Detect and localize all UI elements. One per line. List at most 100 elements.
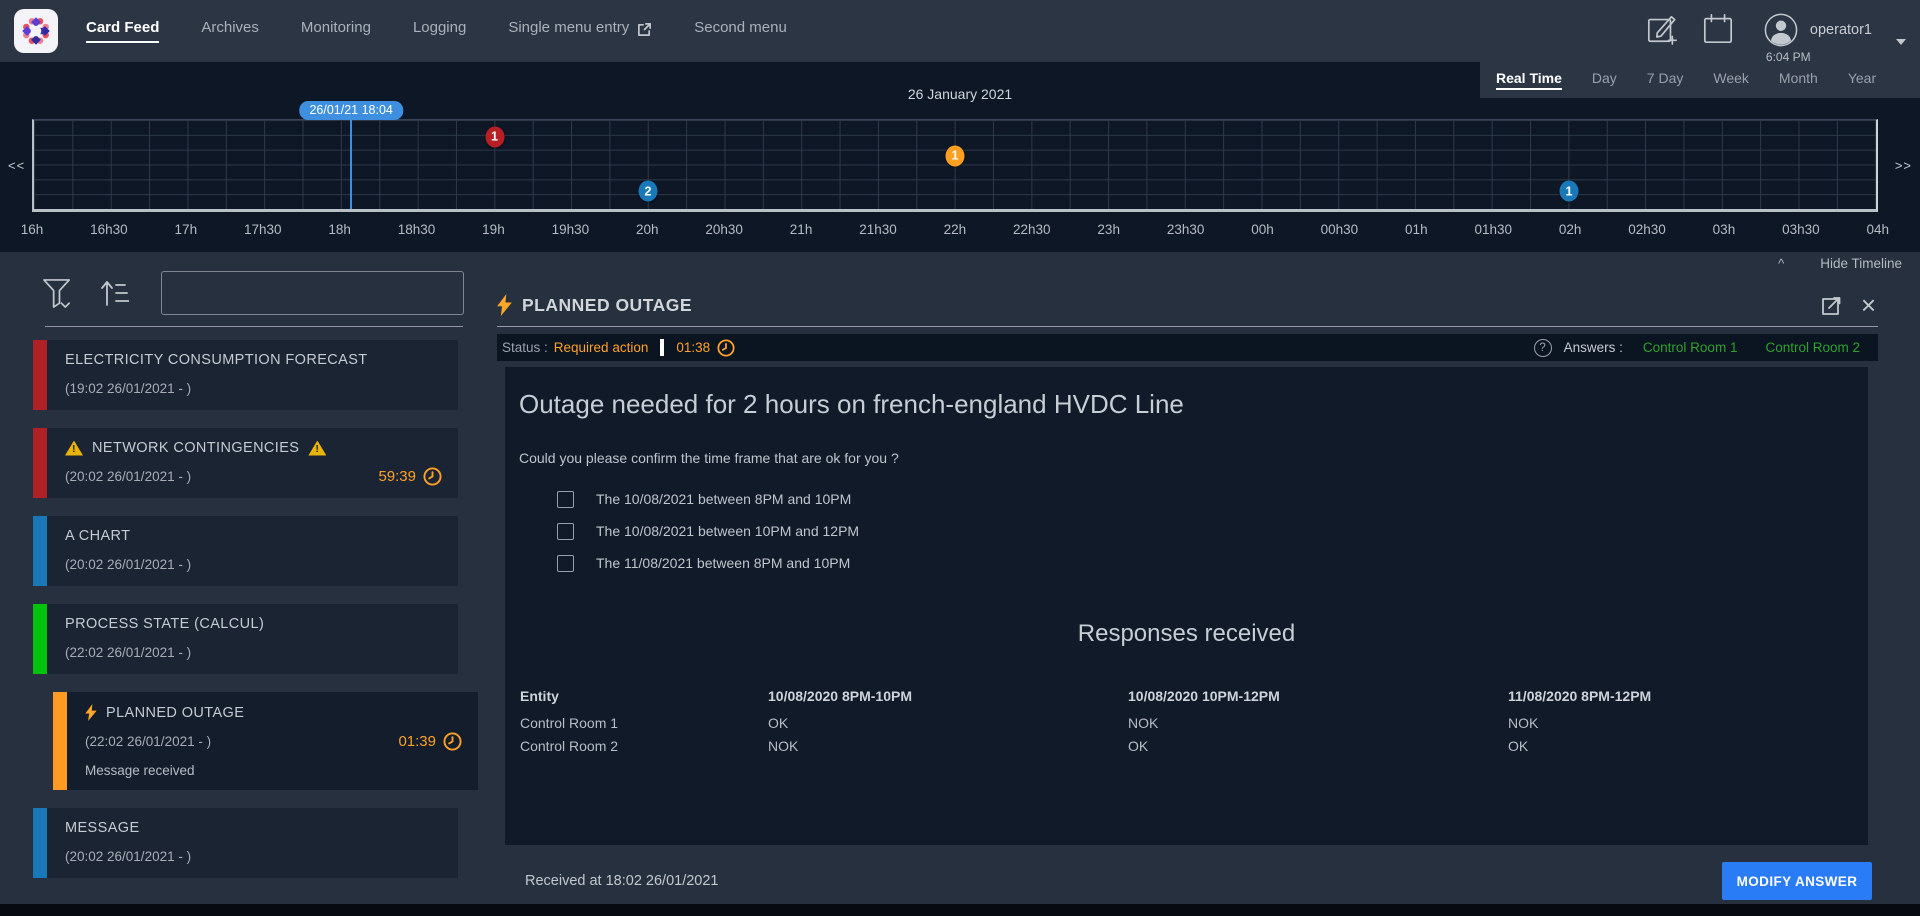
detail-divider (497, 326, 1878, 327)
main-menu: Card Feed Archives Monitoring Logging (86, 19, 787, 43)
timeline-next-button[interactable]: >> (1895, 158, 1912, 173)
nav-menu-item[interactable]: Card Feed (86, 19, 159, 43)
user-menu[interactable]: operator1 6:04 PM (1764, 13, 1872, 64)
chevron-down-icon[interactable] (1896, 39, 1906, 45)
card-content: Outage needed for 2 hours on french-engl… (505, 367, 1868, 845)
detail-title: PLANNED OUTAGE (522, 295, 692, 316)
outage-heading: Outage needed for 2 hours on french-engl… (519, 389, 1854, 420)
range-tab[interactable]: Month (1779, 70, 1818, 90)
card-title-row: ! NETWORK CONTINGENCIES ! (65, 440, 442, 456)
detail-header-actions: × (1821, 294, 1878, 316)
feed-card[interactable]: ! ELECTRICITY CONSUMPTION FORECAST ! (19… (33, 340, 458, 410)
timeline-range-tabs: Real Time Day 7 Day Week Month Year (1480, 62, 1920, 98)
card-subtitle-row: (20:02 26/01/2021 - ) (65, 555, 442, 574)
card-title: ELECTRICITY CONSUMPTION FORECAST (65, 352, 368, 368)
card-subtitle-row: (22:02 26/01/2021 - ) (65, 643, 442, 662)
card-subtitle-row: (20:02 26/01/2021 - ) (65, 847, 442, 866)
timeframe-option[interactable]: The 10/08/2021 between 8PM and 10PM (519, 490, 1854, 508)
modify-answer-button[interactable]: MODIFY ANSWER (1722, 862, 1872, 900)
card-subtitle-row: (22:02 26/01/2021 - ) 01:39 (85, 732, 462, 751)
status-left: Status : Required action 01:38 (502, 339, 735, 357)
event-count-badge[interactable]: 1 (1559, 181, 1578, 202)
answer-entities: Control Room 1 Control Room 2 (1643, 340, 1860, 355)
nav-menu-item[interactable]: Logging (413, 19, 466, 43)
event-count-badge[interactable]: 1 (946, 145, 965, 166)
clock-icon (717, 339, 735, 357)
card-title: A CHART (65, 528, 130, 544)
card-title: NETWORK CONTINGENCIES (92, 440, 299, 456)
event-count-badge[interactable]: 2 (638, 181, 657, 202)
close-icon[interactable]: × (1861, 295, 1876, 315)
card-period: (19:02 26/01/2021 - ) (65, 381, 191, 396)
nav-menu-item[interactable]: Second menu (694, 19, 787, 43)
card-title-row: ! A CHART ! (65, 528, 442, 544)
option-label: The 10/08/2021 between 10PM and 12PM (596, 523, 859, 539)
checkbox[interactable] (557, 491, 574, 508)
range-tab[interactable]: Week (1713, 70, 1749, 90)
card-title-row: ! MESSAGE ! (65, 820, 442, 836)
answers-section: ? Answers : Control Room 1Control Room 2 (1534, 339, 1870, 357)
feed-card[interactable]: ! A CHART ! (20:02 26/01/2021 - ) (33, 516, 458, 586)
lightning-icon (497, 294, 512, 316)
sort-button[interactable] (99, 278, 129, 308)
feed-card[interactable]: ! MESSAGE ! (20:02 26/01/2021 - ) (33, 808, 458, 878)
status-value: Required action (554, 340, 649, 355)
card-detail-panel: PLANNED OUTAGE × Status : Required actio… (497, 266, 1878, 916)
warning-icon: ! (65, 441, 83, 456)
lightning-icon (85, 704, 97, 721)
create-card-button[interactable] (1646, 13, 1678, 45)
current-time-marker[interactable]: 26/01/21 18:04 (299, 101, 402, 120)
option-label: The 10/08/2021 between 8PM and 10PM (596, 491, 851, 507)
table-cell: Control Room 2 (520, 738, 768, 754)
card-title: PROCESS STATE (CALCUL) (65, 616, 264, 632)
timeframe-option[interactable]: The 11/08/2021 between 8PM and 10PM (519, 554, 1854, 572)
timeline-axis: 16h 16h30 17h 17h30 18h 18h30 19h 19h30 … (32, 222, 1878, 237)
table-cell: OK (1508, 738, 1854, 754)
nav-menu-item[interactable]: Archives (201, 19, 259, 43)
range-tab[interactable]: Day (1592, 70, 1617, 90)
table-cell: Control Room 1 (520, 715, 768, 731)
nav-menu-item[interactable]: Single menu entry (508, 19, 652, 43)
timeline-grid[interactable]: 26/01/21 18:04 1 2 1 1 (32, 119, 1878, 212)
checkbox[interactable] (557, 523, 574, 540)
range-tab[interactable]: Real Time (1496, 70, 1562, 90)
expand-icon[interactable] (1821, 294, 1843, 316)
sort-icon (99, 278, 129, 308)
range-tab[interactable]: 7 Day (1647, 70, 1684, 90)
table-cell: NOK (768, 738, 1128, 754)
status-label: Status : (502, 340, 548, 355)
answer-entity-link[interactable]: Control Room 2 (1765, 340, 1860, 355)
timeline-date-title: 26 January 2021 (908, 86, 1012, 102)
warning-icon: ! (308, 441, 326, 456)
countdown-value: 59:39 (378, 468, 416, 485)
range-tab[interactable]: Year (1848, 70, 1876, 90)
status-bar: Status : Required action 01:38 ? Answers… (497, 334, 1878, 361)
detail-title-row: PLANNED OUTAGE (497, 294, 692, 316)
bottom-strip (0, 904, 1920, 916)
feed-toolbar (20, 268, 480, 318)
card-period: (22:02 26/01/2021 - ) (85, 734, 211, 749)
help-icon[interactable]: ? (1534, 339, 1552, 357)
feed-card[interactable]: ! PLANNED OUTAGE ! (22:02 26/01/2021 - )… (53, 692, 478, 790)
card-title-row: ! PLANNED OUTAGE ! (85, 704, 462, 721)
app-logo[interactable] (14, 9, 58, 53)
timeline-prev-button[interactable]: << (8, 158, 25, 173)
feed-card[interactable]: ! PROCESS STATE (CALCUL) ! (22:02 26/01/… (33, 604, 458, 674)
edit-plus-icon (1646, 13, 1678, 45)
search-input[interactable] (161, 271, 464, 315)
answer-entity-link[interactable]: Control Room 1 (1643, 340, 1738, 355)
card-title-row: ! ELECTRICITY CONSUMPTION FORECAST ! (65, 352, 442, 368)
filter-button[interactable] (42, 278, 75, 309)
confirmation-question: Could you please confirm the time frame … (519, 450, 1854, 466)
timeframe-option[interactable]: The 10/08/2021 between 10PM and 12PM (519, 522, 1854, 540)
nav-menu-item[interactable]: Monitoring (301, 19, 371, 43)
card-period: (20:02 26/01/2021 - ) (65, 557, 191, 572)
external-link-icon (637, 22, 652, 37)
event-count-badge[interactable]: 1 (485, 126, 504, 147)
top-navbar: Card Feed Archives Monitoring Logging (0, 0, 1920, 62)
responses-table: Entity 10/08/2020 8PM-10PM 10/08/2020 10… (519, 688, 1854, 754)
card-note: Message received (85, 763, 462, 778)
calendar-button[interactable] (1702, 13, 1734, 45)
feed-card[interactable]: ! NETWORK CONTINGENCIES ! (20:02 26/01/2… (33, 428, 458, 498)
checkbox[interactable] (557, 555, 574, 572)
